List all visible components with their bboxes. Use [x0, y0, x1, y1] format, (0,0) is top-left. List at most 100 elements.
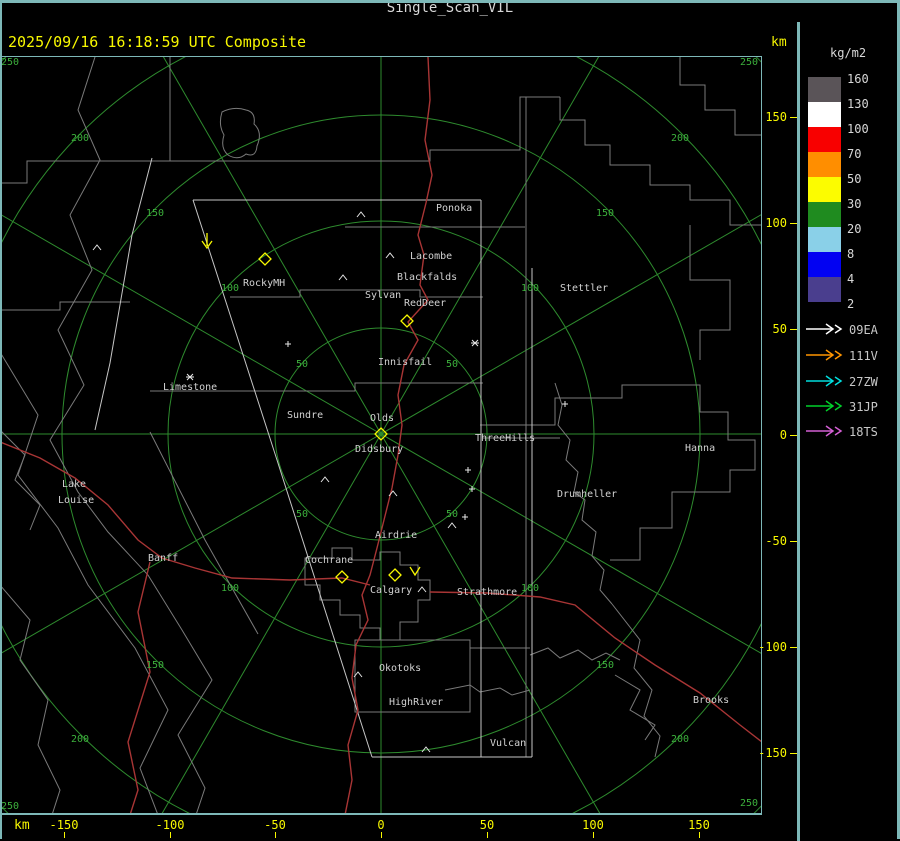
right-axis-tick-label: -100 — [758, 640, 787, 654]
svg-text:250: 250 — [1, 801, 19, 812]
legend-unit-label: kg/m2 — [830, 46, 867, 60]
legend-value: 160 — [847, 72, 869, 86]
city-label: Drumheller — [557, 489, 617, 500]
radial-grid — [2, 57, 761, 813]
city-label: Limestone — [163, 382, 217, 393]
city-label: Strathmore — [457, 587, 517, 598]
storm-diamond-icon — [388, 568, 402, 582]
legend-swatch — [808, 202, 841, 227]
city-label: Brooks — [693, 695, 729, 706]
city-label: Sylvan — [365, 290, 401, 301]
city-label: Sundre — [287, 410, 323, 421]
svg-text:50: 50 — [296, 359, 308, 370]
right-axis-tick-label: 150 — [765, 110, 787, 124]
right-axis-tick-label: 50 — [772, 322, 787, 336]
svg-text:50: 50 — [446, 359, 458, 370]
svg-text:250: 250 — [740, 57, 758, 68]
bottom-axis-tick-label: -100 — [155, 818, 185, 832]
storm-diamond-icon — [335, 570, 349, 584]
bottom-axis-tick-label: 0 — [377, 818, 385, 832]
svg-text:100: 100 — [221, 283, 239, 294]
city-label: Blackfalds — [397, 272, 457, 283]
city-label: Stettler — [560, 283, 608, 294]
city-label: Hanna — [685, 443, 715, 454]
legend-value: 70 — [847, 147, 862, 161]
site-id-label: 27ZW — [849, 375, 878, 389]
city-label: Didsbury — [355, 444, 403, 455]
down-arrow-icon — [201, 233, 213, 250]
bottom-axis-unit-label: km — [14, 818, 30, 833]
svg-text:150: 150 — [146, 208, 164, 219]
legend-value: 20 — [847, 222, 862, 236]
legend-swatch — [808, 252, 841, 277]
svg-text:150: 150 — [146, 660, 164, 671]
svg-text:50: 50 — [296, 509, 308, 520]
svg-text:200: 200 — [71, 734, 89, 745]
site-id-label: 111V — [849, 349, 878, 363]
legend-swatch — [808, 152, 841, 177]
city-label: Calgary — [370, 585, 412, 596]
legend-swatch — [808, 277, 841, 302]
svg-text:50: 50 — [446, 509, 458, 520]
right-axis-tick-label: -50 — [765, 534, 787, 548]
city-label: Louise — [58, 495, 94, 506]
legend-swatch — [808, 102, 841, 127]
site-arrow-icon — [806, 400, 843, 412]
svg-text:250: 250 — [1, 57, 19, 68]
city-label: RedDeer — [404, 298, 446, 309]
map-canvas: 50 50 50 50 100 100 100 100 150 150 150 … — [1, 57, 761, 813]
site-arrow-icon — [806, 323, 843, 335]
svg-text:100: 100 — [221, 583, 239, 594]
asterisk-marker — [186, 373, 194, 381]
svg-text:150: 150 — [596, 660, 614, 671]
svg-text:100: 100 — [521, 283, 539, 294]
right-axis-tick-label: 100 — [765, 216, 787, 230]
svg-text:200: 200 — [671, 734, 689, 745]
asterisk-marker — [471, 339, 479, 347]
bottom-axis-tick-label: 100 — [582, 818, 604, 832]
site-id-label: 31JP — [849, 400, 878, 414]
site-id-label: 09EA — [849, 323, 878, 337]
site-id-label: 18TS — [849, 425, 878, 439]
bottom-axis-tick-label: 150 — [688, 818, 710, 832]
right-axis-tick-label: -150 — [758, 746, 787, 760]
bottom-axis-tick-label: -50 — [264, 818, 286, 832]
svg-text:250: 250 — [740, 798, 758, 809]
svg-text:200: 200 — [671, 133, 689, 144]
right-axis-tick-label: 0 — [779, 428, 787, 442]
city-label: Cochrane — [305, 555, 353, 566]
town-markers — [92, 211, 568, 753]
storm-diamond-icon — [400, 314, 414, 328]
bottom-axis-tick-label: -150 — [49, 818, 79, 832]
city-label: HighRiver — [389, 697, 443, 708]
svg-text:150: 150 — [596, 208, 614, 219]
city-label: Okotoks — [379, 663, 421, 674]
radar-app-window: Single_Scan_VIL 2025/09/16 16:18:59 UTC … — [0, 0, 900, 841]
city-label: Ponoka — [436, 203, 472, 214]
legend-value: 130 — [847, 97, 869, 111]
legend-swatch — [808, 177, 841, 202]
legend-value: 30 — [847, 197, 862, 211]
city-label: ThreeHills — [475, 433, 535, 444]
site-arrow-icon — [806, 425, 843, 437]
city-label: Banff — [148, 553, 178, 564]
range-rings — [2, 57, 761, 813]
city-label: Lake — [62, 479, 86, 490]
legend-value: 8 — [847, 247, 855, 261]
city-label: Lacombe — [410, 251, 452, 262]
bottom-axis-tick-label: 50 — [479, 818, 495, 832]
legend-swatch — [808, 77, 841, 102]
site-arrow-icon — [806, 375, 843, 387]
svg-text:200: 200 — [71, 133, 89, 144]
legend-swatch — [808, 127, 841, 152]
city-label: Airdrie — [375, 530, 417, 541]
city-label: Innisfail — [378, 357, 432, 368]
city-label: Olds — [370, 413, 394, 424]
legend-swatch — [808, 227, 841, 252]
legend-value: 4 — [847, 272, 855, 286]
city-label: Vulcan — [490, 738, 526, 749]
legend-value: 100 — [847, 122, 869, 136]
svg-text:100: 100 — [521, 583, 539, 594]
site-arrow-icon — [806, 349, 843, 361]
legend-value: 50 — [847, 172, 862, 186]
